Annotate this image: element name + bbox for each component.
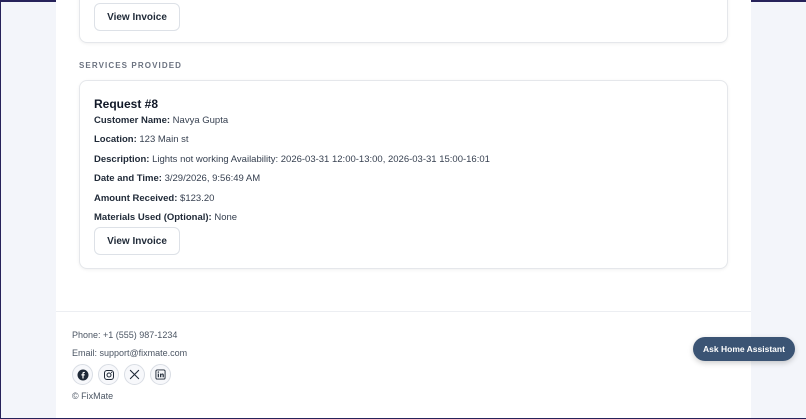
field-description: Description: Lights not working Availabi… bbox=[94, 154, 727, 173]
social-links bbox=[72, 364, 171, 385]
field-value: Lights not working Availability: 2026-03… bbox=[152, 153, 490, 165]
footer-copyright: © FixMate bbox=[72, 391, 114, 401]
field-label: Location: bbox=[94, 134, 137, 146]
field-label: Customer Name: bbox=[94, 115, 171, 126]
view-invoice-button-previous[interactable]: View Invoice bbox=[94, 3, 180, 31]
facebook-icon[interactable] bbox=[72, 364, 93, 385]
field-label: Materials Used (Optional): bbox=[94, 211, 212, 223]
footer-email: Email: support@fixmate.com bbox=[72, 348, 188, 358]
field-value: 123 Main st bbox=[139, 134, 189, 146]
field-label: Date and Time: bbox=[94, 173, 162, 185]
request-title: Request #8 bbox=[94, 97, 159, 111]
ask-home-assistant-button[interactable]: Ask Home Assistant bbox=[693, 337, 795, 361]
instagram-icon[interactable] bbox=[98, 364, 119, 385]
field-materials-used: Materials Used (Optional): None bbox=[94, 212, 727, 231]
field-value: 3/29/2026, 9:56:49 AM bbox=[164, 173, 261, 185]
field-amount-received: Amount Received: $123.20 bbox=[94, 193, 727, 212]
field-customer-name: Customer Name: Navya Gupta bbox=[94, 115, 727, 134]
window-frame-left bbox=[0, 0, 1, 419]
footer-phone: Phone: +1 (555) 987-1234 bbox=[72, 330, 178, 340]
previous-request-card: View Invoice bbox=[79, 0, 728, 43]
linkedin-icon[interactable] bbox=[150, 364, 171, 385]
view-invoice-button[interactable]: View Invoice bbox=[94, 227, 180, 255]
field-label: Description: bbox=[94, 153, 150, 165]
request-card: Request #8 Customer Name: Navya Gupta Lo… bbox=[79, 80, 728, 269]
footer-divider bbox=[56, 311, 751, 312]
field-value: None bbox=[214, 211, 238, 223]
page-container: View Invoice SERVICES PROVIDED Request #… bbox=[56, 0, 751, 419]
x-icon[interactable] bbox=[124, 364, 145, 385]
field-value: Navya Gupta bbox=[172, 115, 229, 126]
section-title-services-provided: SERVICES PROVIDED bbox=[79, 61, 183, 70]
field-label: Amount Received: bbox=[94, 192, 178, 204]
field-value: $123.20 bbox=[180, 192, 215, 204]
field-date-time: Date and Time: 3/29/2026, 9:56:49 AM bbox=[94, 173, 727, 192]
field-location: Location: 123 Main st bbox=[94, 134, 727, 153]
